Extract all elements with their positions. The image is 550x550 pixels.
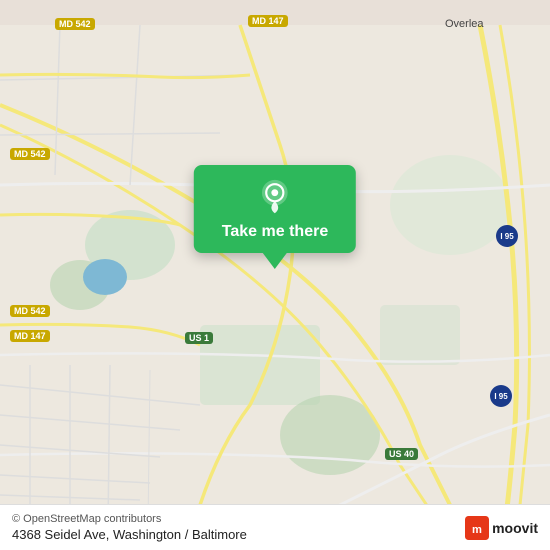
moovit-logo: m moovit — [465, 516, 538, 540]
badge-i95-bottom: I 95 — [490, 385, 512, 407]
take-me-there-container: Take me there — [194, 165, 356, 269]
take-me-there-button[interactable]: Take me there — [194, 165, 356, 253]
badge-us1: US 1 — [185, 332, 213, 344]
address-label: 4368 Seidel Ave, Washington / Baltimore — [12, 527, 247, 542]
osm-attribution: © OpenStreetMap contributors — [12, 513, 247, 525]
bottom-bar: © OpenStreetMap contributors 4368 Seidel… — [0, 504, 550, 550]
badge-us40: US 40 — [385, 448, 418, 460]
badge-md542-bottom: MD 542 — [10, 305, 50, 317]
moovit-icon: m — [465, 516, 489, 540]
moovit-text: moovit — [492, 520, 538, 536]
map-container: MD 542 MD 147 MD 542 MD 542 MD 147 US 1 … — [0, 0, 550, 550]
badge-md147-bottom: MD 147 — [10, 330, 50, 342]
badge-md542-mid: MD 542 — [10, 148, 50, 160]
location-pin-icon — [257, 179, 293, 215]
badge-md542-top-left: MD 542 — [55, 18, 95, 30]
map-background — [0, 0, 550, 550]
take-me-there-label: Take me there — [222, 223, 328, 241]
svg-text:m: m — [472, 524, 482, 536]
badge-i95-top: I 95 — [496, 225, 518, 247]
label-overlea: Overlea — [445, 18, 484, 30]
card-tail — [263, 253, 287, 269]
badge-md147-top: MD 147 — [248, 15, 288, 27]
